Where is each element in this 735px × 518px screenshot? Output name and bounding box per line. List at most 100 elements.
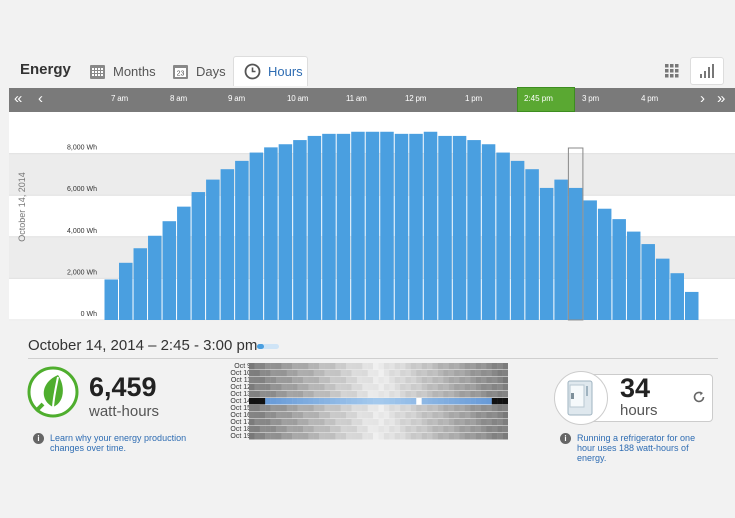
heatmap-cell[interactable] [416,398,422,405]
heatmap-cell[interactable] [410,426,417,433]
heatmap-cell[interactable] [302,398,309,405]
heatmap-cell[interactable] [427,370,433,377]
heatmap-cell[interactable] [427,412,433,419]
heatmap-cell[interactable] [427,384,433,391]
heatmap-cell[interactable] [481,426,487,433]
heatmap-cell[interactable] [378,426,385,433]
bar[interactable] [220,169,235,320]
heatmap-cell[interactable] [486,433,493,440]
heatmap-cell[interactable] [249,426,255,433]
heatmap-cell[interactable] [378,391,385,398]
bar[interactable] [539,187,554,320]
heatmap-cell[interactable] [356,405,363,412]
heatmap-cell[interactable] [400,433,406,440]
heatmap-cell[interactable] [491,377,498,384]
timeline-label[interactable]: 8 am [170,94,187,103]
heatmap-cell[interactable] [302,377,309,384]
heatmap-cell[interactable] [443,377,449,384]
heatmap-cell[interactable] [254,426,260,433]
heatmap-cell[interactable] [367,419,374,426]
heatmap-cell[interactable] [275,405,282,412]
heatmap-cell[interactable] [437,384,444,391]
heatmap-cell[interactable] [400,377,406,384]
heatmap-cell[interactable] [421,370,428,377]
heatmap-cell[interactable] [356,412,363,419]
heatmap-cell[interactable] [486,419,493,426]
heatmap-cell[interactable] [351,363,358,370]
heatmap-cell[interactable] [491,363,498,370]
heatmap-cell[interactable] [491,384,498,391]
heatmap-cell[interactable] [459,377,466,384]
heatmap-cell[interactable] [319,370,325,377]
heatmap-cell[interactable] [275,412,282,419]
heatmap-cell[interactable] [416,384,422,391]
timeline-selected-tick[interactable]: 2:45 pm [517,87,575,116]
heatmap-cell[interactable] [383,412,390,419]
heatmap-cell[interactable] [410,363,417,370]
jump-back-icon[interactable]: « [14,90,22,108]
heatmap-cell[interactable] [275,384,282,391]
heatmap-cell[interactable] [475,405,482,412]
heatmap-cell[interactable] [340,405,347,412]
heatmap-cell[interactable] [497,384,503,391]
bar[interactable] [409,133,423,320]
heatmap-cell[interactable] [497,426,503,433]
bar[interactable] [438,135,452,320]
heatmap-cell[interactable] [394,377,401,384]
heatmap-cell[interactable] [432,384,439,391]
heatmap-cell[interactable] [432,363,439,370]
heatmap-cell[interactable] [329,377,336,384]
heatmap-cell[interactable] [249,398,255,405]
refresh-icon[interactable] [692,390,706,404]
heatmap-cell[interactable] [394,412,401,419]
heatmap-cell[interactable] [351,391,358,398]
heatmap-cell[interactable] [437,363,444,370]
heatmap-cell[interactable] [497,433,503,440]
heatmap-cell[interactable] [302,405,309,412]
heatmap-cell[interactable] [308,426,314,433]
heatmap-cell[interactable] [481,377,487,384]
heatmap-cell[interactable] [405,419,412,426]
heatmap-cell[interactable] [443,433,449,440]
heatmap-cell[interactable] [383,363,390,370]
heatmap-cell[interactable] [378,370,385,377]
heatmap-cell[interactable] [410,391,417,398]
heatmap-cell[interactable] [475,433,482,440]
heatmap-cell[interactable] [410,377,417,384]
heatmap-cell[interactable] [249,405,255,412]
heatmap-cell[interactable] [432,370,439,377]
heatmap-cell[interactable] [308,412,314,419]
heatmap-cell[interactable] [292,370,298,377]
heatmap-cell[interactable] [254,419,260,426]
heatmap-cell[interactable] [470,412,476,419]
heatmap-cell[interactable] [302,426,309,433]
heatmap-cell[interactable] [302,433,309,440]
heatmap-cell[interactable] [464,391,471,398]
heatmap-cell[interactable] [340,419,347,426]
heatmap-cell[interactable] [313,426,320,433]
heatmap-cell[interactable] [443,391,449,398]
heatmap-cell[interactable] [448,377,455,384]
heatmap-cell[interactable] [497,412,503,419]
heatmap-cell[interactable] [367,391,374,398]
heatmap-cell[interactable] [254,384,260,391]
heatmap-cell[interactable] [297,377,304,384]
heatmap-cell[interactable] [464,363,471,370]
heatmap-cell[interactable] [470,398,476,405]
heatmap-cell[interactable] [286,426,293,433]
heatmap-cell[interactable] [346,377,352,384]
heatmap-cell[interactable] [259,412,266,419]
bar[interactable] [365,131,380,320]
heatmap-cell[interactable] [292,412,298,419]
heatmap-cell[interactable] [286,398,293,405]
bar[interactable] [670,273,684,320]
heatmap-cell[interactable] [254,398,260,405]
heatmap-cell[interactable] [329,405,336,412]
heatmap-cell[interactable] [367,370,374,377]
heatmap-cell[interactable] [389,391,395,398]
heatmap-cell[interactable] [373,405,379,412]
heatmap-cell[interactable] [394,405,401,412]
heatmap-cell[interactable] [432,405,439,412]
heatmap-cell[interactable] [362,419,368,426]
heatmap-cell[interactable] [470,377,476,384]
